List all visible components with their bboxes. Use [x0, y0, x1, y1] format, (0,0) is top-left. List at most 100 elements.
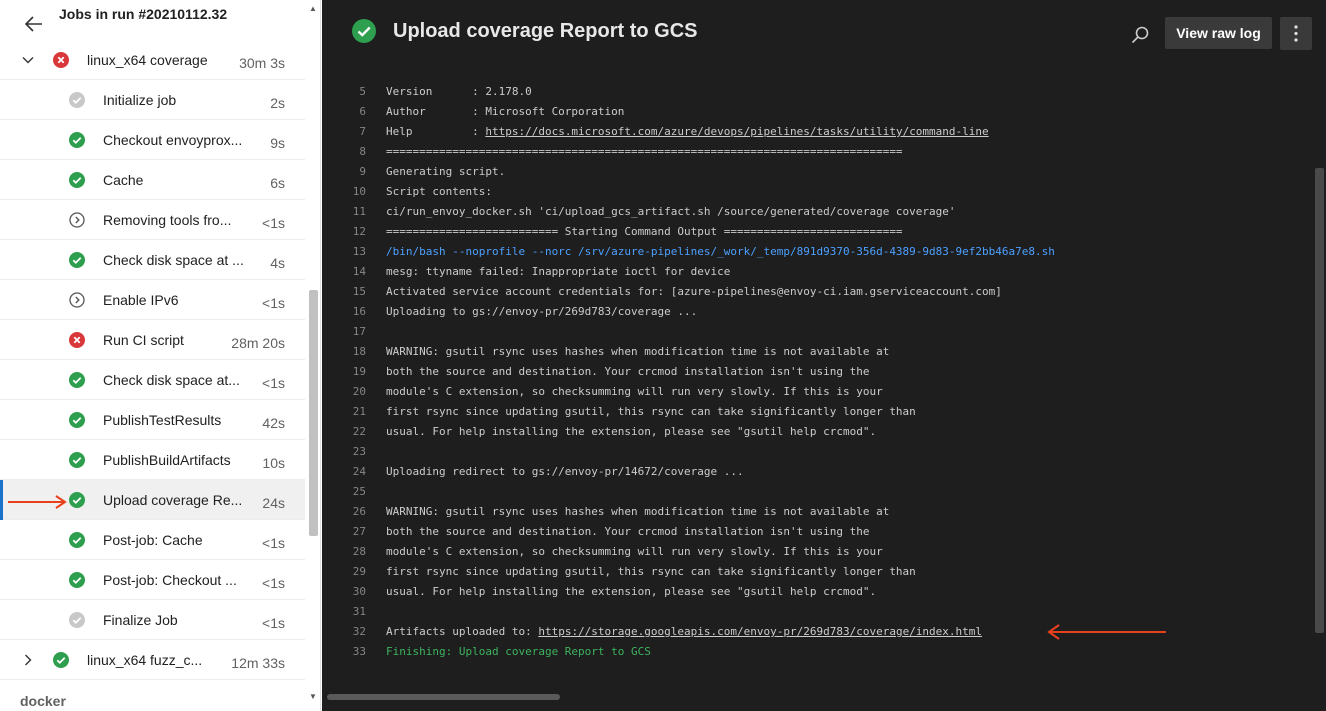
log-text: Finishing: Upload coverage Report to GCS — [386, 645, 651, 658]
step-row[interactable]: Run CI script 28m 20s — [0, 320, 305, 360]
jobs-scrollbar-thumb[interactable] — [309, 290, 318, 536]
pending-chevron-icon — [69, 212, 85, 228]
chevron-down-icon[interactable] — [20, 52, 36, 68]
step-name: Cache — [103, 172, 144, 188]
duration: 30m 3s — [239, 55, 285, 71]
line-number: 16 — [352, 305, 366, 318]
annotation-arrow-right — [1047, 624, 1166, 640]
duration: <1s — [262, 295, 285, 311]
log-text: ========================== Starting Comm… — [386, 225, 903, 238]
step-name: Post-job: Cache — [103, 532, 203, 548]
log-line: 28 module's C extension, so checksumming … — [322, 542, 1312, 562]
step-row[interactable]: PublishTestResults 42s — [0, 400, 305, 440]
log-text: module's C extension, so checksumming wi… — [386, 545, 883, 558]
log-line: 5 Version : 2.178.0 — [322, 82, 1312, 102]
success-check-icon — [69, 372, 85, 388]
log-text: usual. For help installing the extension… — [386, 585, 877, 598]
log-scrollbar-thumb[interactable] — [1315, 168, 1324, 633]
log-line: 31 — [322, 602, 1312, 622]
step-row[interactable]: Check disk space at... <1s — [0, 360, 305, 400]
scroll-up-icon[interactable]: ▲ — [309, 4, 317, 13]
duration: 6s — [270, 175, 285, 191]
log-panel: Upload coverage Report to GCS View raw l… — [322, 0, 1326, 711]
log-text: ========================================… — [386, 145, 903, 158]
log-horizontal-scrollbar-thumb[interactable] — [327, 694, 560, 700]
log-line: 17 — [322, 322, 1312, 342]
log-link[interactable]: https://docs.microsoft.com/azure/devops/… — [485, 125, 988, 138]
duration: 28m 20s — [231, 335, 285, 351]
line-number: 29 — [352, 565, 366, 578]
step-name: Removing tools fro... — [103, 212, 232, 228]
log-text: WARNING: gsutil rsync uses hashes when m… — [386, 345, 890, 358]
log-text: Uploading redirect to gs://envoy-pr/1467… — [386, 465, 744, 478]
line-number: 9 — [359, 165, 366, 178]
log-text: /bin/bash --noprofile --norc /srv/azure-… — [386, 245, 1055, 258]
line-number: 6 — [359, 105, 366, 118]
log-link[interactable]: https://storage.googleapis.com/envoy-pr/… — [538, 625, 982, 638]
log-line: 25 — [322, 482, 1312, 502]
step-name: Initialize job — [103, 92, 177, 108]
line-number: 11 — [352, 205, 366, 218]
log-text: Artifacts uploaded to: https://storage.g… — [386, 622, 982, 642]
step-name: Checkout envoyprox... — [103, 132, 243, 148]
step-row[interactable]: Post-job: Cache <1s — [0, 520, 305, 560]
step-name: PublishTestResults — [103, 412, 222, 428]
log-line: 9 Generating script. — [322, 162, 1312, 182]
line-number: 19 — [352, 365, 366, 378]
line-number: 31 — [352, 605, 366, 618]
search-icon[interactable] — [1130, 25, 1150, 45]
step-row[interactable]: Enable IPv6 <1s — [0, 280, 305, 320]
step-row[interactable]: Finalize Job <1s — [0, 600, 305, 640]
step-title: Upload coverage Report to GCS — [393, 20, 698, 42]
step-row[interactable]: Cache 6s — [0, 160, 305, 200]
log-line: 13/bin/bash --noprofile --norc /srv/azur… — [322, 242, 1312, 262]
success-check-icon — [69, 252, 85, 268]
success-check-icon — [352, 19, 376, 43]
log-text: usual. For help installing the extension… — [386, 425, 877, 438]
log-line: 27 both the source and destination. Your … — [322, 522, 1312, 542]
log-line: 7 Help : https://docs.microsoft.com/azure… — [322, 122, 1312, 142]
log-line: 23 — [322, 442, 1312, 462]
view-raw-log-button[interactable]: View raw log — [1165, 17, 1272, 49]
log-text-prefix: Help : — [386, 125, 486, 138]
line-number: 8 — [359, 145, 366, 158]
log-text: module's C extension, so checksumming wi… — [386, 385, 883, 398]
duration: 9s — [270, 135, 285, 151]
chevron-right-icon[interactable] — [20, 652, 36, 668]
step-row[interactable]: Post-job: Checkout ... <1s — [0, 560, 305, 600]
log-text: Generating script. — [386, 165, 506, 178]
log-line: 10 Script contents: — [322, 182, 1312, 202]
jobs-panel-title: Jobs in run #20210112.32 — [59, 6, 228, 22]
step-name: Check disk space at ... — [103, 252, 244, 268]
step-row[interactable]: Initialize job 2s — [0, 80, 305, 120]
job-row[interactable]: linux_x64 coverage 30m 3s — [0, 40, 305, 80]
step-row[interactable]: Checkout envoyprox... 9s — [0, 120, 305, 160]
step-name: PublishBuildArtifacts — [103, 452, 231, 468]
log-text: Script contents: — [386, 185, 492, 198]
log-line: 21 first rsync since updating gsutil, thi… — [322, 402, 1312, 422]
step-name: Enable IPv6 — [103, 292, 179, 308]
line-number: 21 — [352, 405, 366, 418]
line-number: 7 — [359, 125, 366, 138]
line-number: 20 — [352, 385, 366, 398]
back-arrow-icon[interactable] — [22, 12, 46, 36]
scroll-down-icon[interactable]: ▼ — [309, 692, 317, 701]
job-name: linux_x64 coverage — [87, 52, 208, 68]
line-number: 32 — [352, 625, 366, 638]
step-row[interactable]: Check disk space at ... 4s — [0, 240, 305, 280]
log-text: WARNING: gsutil rsync uses hashes when m… — [386, 505, 890, 518]
more-options-button[interactable] — [1280, 17, 1312, 50]
line-number: 5 — [359, 85, 366, 98]
duration: 24s — [262, 495, 285, 511]
line-number: 15 — [352, 285, 366, 298]
pending-chevron-icon — [69, 292, 85, 308]
step-row[interactable]: PublishBuildArtifacts 10s — [0, 440, 305, 480]
jobs-panel: Jobs in run #20210112.32 linux_x64 cover… — [0, 0, 321, 711]
log-line: 6 Author : Microsoft Corporation — [322, 102, 1312, 122]
duration: 12m 33s — [231, 655, 285, 671]
step-row[interactable]: Removing tools fro... <1s — [0, 200, 305, 240]
line-number: 18 — [352, 345, 366, 358]
success-check-icon — [69, 492, 85, 508]
job-group-docker[interactable]: docker — [20, 693, 66, 709]
job-row[interactable]: linux_x64 fuzz_c... 12m 33s — [0, 640, 305, 680]
